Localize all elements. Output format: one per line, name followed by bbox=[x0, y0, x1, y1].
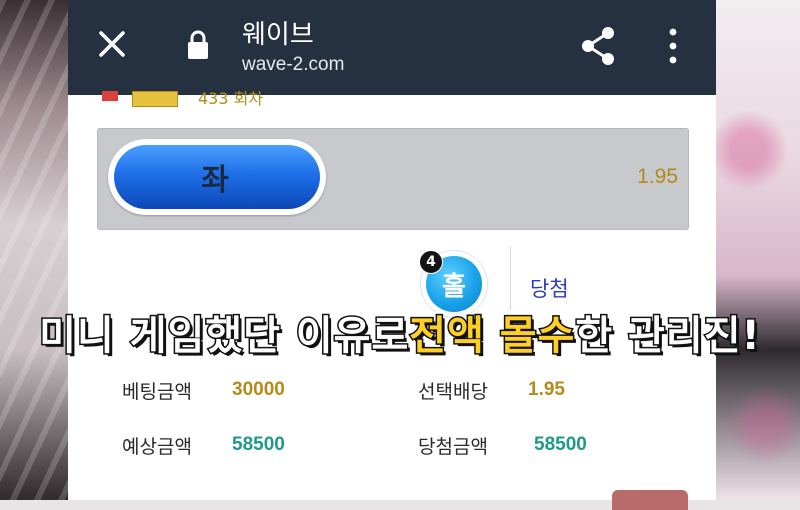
background-right-blur bbox=[714, 0, 800, 500]
caption-banner: 미니 게임했단 이유로 전액 몰수 한 관리진! bbox=[0, 300, 800, 364]
win-amount-value: 58500 bbox=[534, 434, 587, 455]
selected-odds-value: 1.95 bbox=[528, 379, 565, 400]
bet-detail-page: 433 회차 좌 1.95 홀 4 당첨 베팅금액 30000 선택배당 1.9… bbox=[68, 91, 716, 510]
browser-toolbar: 웨이브 wave-2.com bbox=[68, 0, 716, 95]
flag-icon bbox=[102, 91, 118, 101]
selected-odds-label: 선택배당 bbox=[418, 381, 488, 403]
round-label: 433 회차 bbox=[198, 91, 264, 108]
banner-text-2: 전액 몰수 bbox=[408, 312, 576, 361]
game-thumbnail-icon bbox=[132, 91, 178, 107]
win-amount-label: 당첨금액 bbox=[418, 436, 488, 458]
lock-icon bbox=[188, 30, 208, 59]
side-label: 좌 bbox=[201, 163, 229, 198]
page-title: 웨이브 bbox=[242, 20, 314, 50]
close-icon[interactable] bbox=[96, 28, 128, 60]
bet-amount-value: 30000 bbox=[232, 379, 285, 400]
bet-amount-label: 베팅금액 bbox=[122, 381, 192, 403]
result-status: 당첨 bbox=[530, 277, 569, 301]
page-url[interactable]: wave-2.com bbox=[242, 54, 344, 76]
banner-text-1: 미니 게임했단 이유로 bbox=[38, 312, 410, 361]
expected-amount-value: 58500 bbox=[232, 434, 285, 455]
result-count-badge: 4 bbox=[419, 250, 443, 274]
expected-amount-label: 예상금액 bbox=[122, 436, 192, 458]
banner-text-3: 한 관리진! bbox=[574, 312, 761, 361]
odds-value: 1.95 bbox=[637, 165, 678, 188]
previous-round-row: 433 회차 bbox=[98, 91, 398, 109]
action-button[interactable] bbox=[612, 490, 688, 510]
more-vert-icon[interactable] bbox=[666, 28, 680, 64]
side-select-button[interactable]: 좌 bbox=[108, 139, 326, 215]
result-ball-label: 홀 bbox=[442, 271, 466, 302]
share-icon[interactable] bbox=[580, 26, 616, 66]
bet-selection-box: 좌 1.95 bbox=[97, 128, 689, 230]
